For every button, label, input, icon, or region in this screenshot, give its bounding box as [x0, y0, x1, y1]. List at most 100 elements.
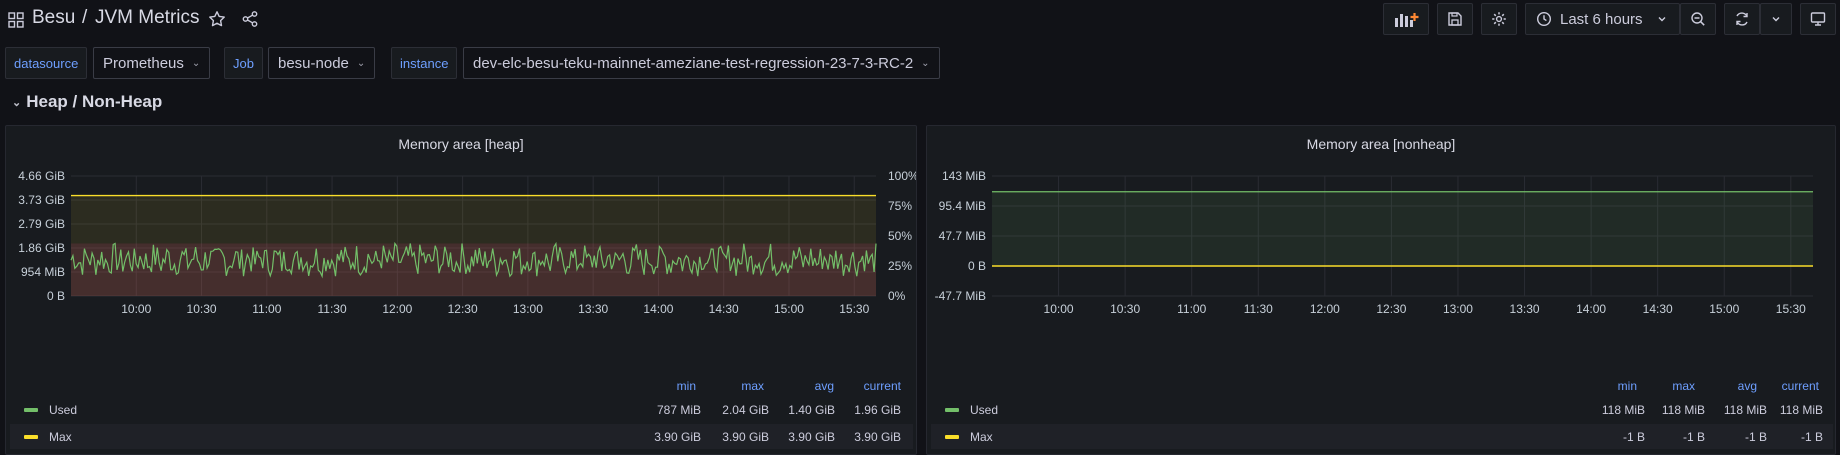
- x-axis-tick-label: 12:30: [448, 302, 478, 316]
- panel-memory-heap[interactable]: Memory area [heap] 4.66 GiB 3.73 GiB 2.79 …: [5, 125, 917, 455]
- x-axis-tick-label: 12:30: [1376, 302, 1406, 316]
- x-axis-tick-label: 13:30: [1510, 302, 1540, 316]
- breadcrumb-separator: /: [82, 7, 88, 28]
- chevron-down-icon: [1772, 17, 1780, 22]
- legend-avg: -1 B: [1744, 429, 1767, 444]
- y-axis-tick-label: 4.66 GiB: [18, 169, 65, 183]
- variable-select-datasource[interactable]: Prometheus ⌄: [93, 47, 211, 79]
- legend-avg: 1.40 GiB: [788, 402, 835, 417]
- variable-value-datasource: Prometheus: [103, 54, 184, 72]
- variable-select-instance[interactable]: dev-elc-besu-teku-mainnet-ameziane-test-…: [463, 47, 940, 79]
- y-axis-tick-label: 47.7 MiB: [939, 229, 986, 243]
- legend-header-max[interactable]: max: [1653, 379, 1695, 393]
- y-axis-tick-label: 0 B: [47, 289, 65, 303]
- x-axis-tick-label: 15:00: [1709, 302, 1739, 316]
- add-panel-button[interactable]: [1383, 3, 1429, 35]
- x-axis-tick-label: 10:30: [1110, 302, 1140, 316]
- refresh-interval-button[interactable]: [1760, 3, 1792, 35]
- legend-row-used[interactable]: Used 787 MiB 2.04 GiB 1.40 GiB 1.96 GiB: [10, 397, 913, 422]
- add-panel-icon: [1395, 13, 1419, 27]
- chevron-down-icon: ⌄: [921, 57, 930, 69]
- time-range-label: Last 6 hours: [1560, 10, 1643, 28]
- refresh-icon: [1736, 12, 1748, 26]
- y-axis-tick-label: 0 B: [968, 259, 986, 273]
- x-axis-tick-label: 13:00: [513, 302, 543, 316]
- legend-header-min[interactable]: min: [1595, 379, 1637, 393]
- variable-value-job: besu-node: [278, 54, 349, 72]
- y2-axis-tick-label: 50%: [888, 229, 912, 243]
- x-axis-tick-label: 14:00: [1576, 302, 1606, 316]
- legend-min: 118 MiB: [1601, 402, 1645, 417]
- x-axis-tick-label: 15:30: [839, 302, 869, 316]
- legend-header-avg[interactable]: avg: [786, 379, 834, 393]
- breadcrumb-folder[interactable]: Besu: [32, 7, 75, 29]
- x-axis-tick-label: 15:30: [1776, 302, 1806, 316]
- top-bar: Besu / JVM Metrics Last 6 hours: [0, 0, 1840, 40]
- dashboards-grid-icon[interactable]: [8, 12, 24, 28]
- row-header-heap-nonheap[interactable]: ⌄ Heap / Non-Heap: [12, 92, 162, 112]
- y-axis-tick-label: 1.86 GiB: [18, 241, 65, 255]
- legend-header-avg[interactable]: avg: [1712, 379, 1757, 393]
- legend-max: 2.04 GiB: [722, 402, 769, 417]
- legend-min: -1 B: [1622, 429, 1645, 444]
- variable-label-datasource: datasource: [5, 47, 88, 79]
- legend-swatch: [945, 434, 959, 439]
- x-axis-tick-label: 12:00: [382, 302, 412, 316]
- dashboard-title[interactable]: JVM Metrics: [95, 7, 200, 29]
- legend-current: 1.96 GiB: [854, 402, 901, 417]
- variable-select-job[interactable]: besu-node ⌄: [268, 47, 376, 79]
- save-icon: [1448, 12, 1462, 26]
- legend-header-current[interactable]: current: [1765, 379, 1819, 393]
- dashboard-settings-button[interactable]: [1481, 3, 1517, 35]
- legend-series-name: Max: [970, 429, 993, 444]
- heap-chart[interactable]: 4.66 GiB 3.73 GiB 2.79 GiB 1.86 GiB 954 MiB 0…: [6, 126, 917, 376]
- legend-swatch: [24, 434, 38, 439]
- y-axis-tick-label: 2.79 GiB: [18, 217, 65, 231]
- chevron-down-icon: [1658, 17, 1666, 22]
- x-axis-tick-label: 14:30: [709, 302, 739, 316]
- zoom-out-button[interactable]: [1680, 3, 1716, 35]
- save-dashboard-button[interactable]: [1437, 3, 1473, 35]
- legend-avg: 118 MiB: [1723, 402, 1767, 417]
- legend-series-name: Max: [49, 429, 72, 444]
- legend-header-current[interactable]: current: [844, 379, 901, 393]
- gear-icon: [1492, 12, 1506, 26]
- legend-series-name: Used: [970, 402, 999, 417]
- x-axis-tick-label: 11:30: [1244, 302, 1273, 316]
- y2-axis-tick-label: 100%: [888, 169, 917, 183]
- legend-min: 787 MiB: [656, 402, 701, 417]
- star-icon[interactable]: [208, 10, 226, 28]
- x-axis-tick-label: 12:00: [1310, 302, 1340, 316]
- y2-axis-tick-label: 75%: [888, 199, 912, 213]
- time-picker-button[interactable]: Last 6 hours: [1525, 3, 1680, 35]
- y2-axis-tick-label: 25%: [888, 259, 912, 273]
- legend-row-used[interactable]: Used 118 MiB 118 MiB 118 MiB 118 MiB: [931, 397, 1833, 422]
- legend-row-max[interactable]: Max 3.90 GiB 3.90 GiB 3.90 GiB 3.90 GiB: [10, 424, 913, 449]
- share-icon[interactable]: [241, 10, 259, 28]
- x-axis-tick-label: 10:00: [1044, 302, 1074, 316]
- panel-memory-nonheap[interactable]: Memory area [nonheap] 143 MiB 95.4 MiB 47.…: [926, 125, 1836, 455]
- refresh-button[interactable]: [1724, 3, 1760, 35]
- legend-row-max[interactable]: Max -1 B -1 B -1 B -1 B: [931, 424, 1833, 449]
- x-axis-tick-label: 14:30: [1643, 302, 1673, 316]
- variable-value-instance: dev-elc-besu-teku-mainnet-ameziane-test-…: [473, 54, 914, 72]
- legend-max: -1 B: [1682, 429, 1705, 444]
- y-axis-tick-label: 143 MiB: [942, 169, 986, 183]
- chevron-down-icon: ⌄: [356, 57, 366, 69]
- legend-header-max[interactable]: max: [722, 379, 764, 393]
- y2-axis-tick-label: 0%: [888, 289, 906, 303]
- nonheap-chart[interactable]: 143 MiB 95.4 MiB 47.7 MiB 0 B -47.7 MiB 10:0…: [927, 126, 1836, 376]
- x-axis-tick-label: 13:30: [578, 302, 608, 316]
- legend-header-min[interactable]: min: [654, 379, 696, 393]
- monitor-icon: [1810, 12, 1826, 26]
- x-axis-tick-label: 10:00: [121, 302, 151, 316]
- y-axis-tick-label: -47.7 MiB: [935, 289, 986, 303]
- x-axis-tick-label: 13:00: [1443, 302, 1473, 316]
- legend-avg: 3.90 GiB: [788, 429, 835, 444]
- zoom-out-icon: [1691, 12, 1705, 26]
- legend-series-name: Used: [49, 402, 78, 417]
- tv-mode-button[interactable]: [1800, 3, 1836, 35]
- clock-icon: [1536, 11, 1552, 27]
- legend-min: 3.90 GiB: [654, 429, 701, 444]
- variable-label-instance: instance: [391, 47, 458, 79]
